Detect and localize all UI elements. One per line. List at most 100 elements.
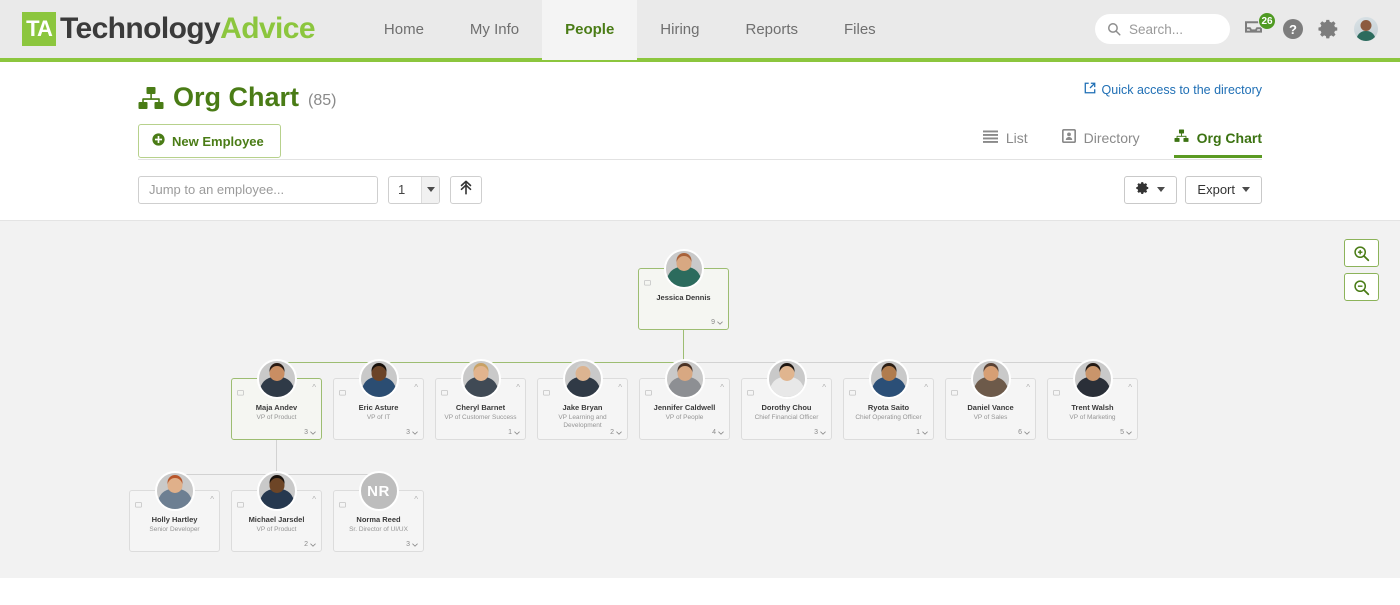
avatar	[460, 359, 501, 399]
direct-reports-count[interactable]: 4	[712, 429, 724, 436]
org-node-jake[interactable]: ^ Jake Bryan VP Learning and Development 2	[537, 359, 628, 440]
tab-directory[interactable]: Directory	[1061, 128, 1140, 158]
tab-org-chart[interactable]: Org Chart	[1173, 129, 1262, 158]
nav-right-controls: Search... 26 ?	[1095, 12, 1400, 44]
org-node-jennifer[interactable]: ^ Jennifer Caldwell VP of People 4	[639, 359, 730, 440]
collapse-chevron-icon[interactable]: ^	[312, 496, 316, 504]
note-icon[interactable]	[339, 384, 346, 402]
global-search[interactable]: Search...	[1095, 14, 1230, 44]
tab-directory-label: Directory	[1083, 129, 1140, 146]
brand-name: TechnologyAdvice	[60, 12, 316, 46]
collapse-chevron-icon[interactable]: ^	[1128, 384, 1132, 392]
collapse-chevron-icon[interactable]: ^	[924, 384, 928, 392]
direct-reports-count[interactable]: 1	[508, 429, 520, 436]
note-icon[interactable]	[441, 384, 448, 402]
note-icon[interactable]	[951, 384, 958, 402]
employee-name: Jake Bryan	[562, 403, 603, 412]
page-title: Org Chart	[173, 82, 300, 112]
org-node-daniel[interactable]: ^ Daniel Vance VP of Sales 6	[945, 359, 1036, 440]
direct-reports-count[interactable]: 2	[304, 541, 316, 548]
org-chart-canvas[interactable]: Jessica Dennis 9 ^ Maja Andev VP of Product…	[0, 221, 1400, 578]
note-icon[interactable]	[747, 384, 754, 402]
org-node-norma[interactable]: NR ^ Norma Reed Sr. Director of UI/UX 3	[333, 471, 424, 552]
avatar	[358, 359, 399, 399]
page-header: Quick access to the directory Org Chart …	[0, 62, 1400, 158]
org-chart-tab-icon	[1174, 129, 1189, 146]
jump-to-employee-input[interactable]	[138, 175, 378, 204]
employee-title: VP of Customer Success	[444, 414, 517, 421]
direct-reports-count[interactable]: 3	[814, 429, 826, 436]
collapse-chevron-icon[interactable]: ^	[822, 384, 826, 392]
org-node-michael[interactable]: ^ Michael Jarsdel VP of Product 2	[231, 471, 322, 552]
new-employee-label: New Employee	[172, 133, 264, 149]
chart-toolbar: 1 Export	[0, 159, 1400, 221]
employee-name: Dorothy Chou	[761, 403, 812, 412]
export-button[interactable]: Export	[1185, 175, 1262, 204]
zoom-in-icon[interactable]	[1344, 239, 1379, 267]
brand-logo[interactable]: TA TechnologyAdvice	[0, 0, 333, 60]
org-node-dorothy[interactable]: ^ Dorothy Chou Chief Financial Officer 3	[741, 359, 832, 440]
nav-item-files[interactable]: Files	[821, 0, 899, 60]
collapse-all-button[interactable]	[450, 175, 482, 204]
direct-reports-count[interactable]: 9	[711, 319, 723, 326]
note-icon[interactable]	[339, 496, 346, 514]
collapse-chevron-icon[interactable]: ^	[1026, 384, 1030, 392]
collapse-chevron-icon[interactable]: ^	[720, 384, 724, 392]
help-icon[interactable]: ?	[1282, 18, 1304, 40]
direct-reports-count[interactable]: 5	[1120, 429, 1132, 436]
new-employee-button[interactable]: New Employee	[138, 124, 281, 158]
note-icon[interactable]	[237, 496, 244, 514]
collapse-chevron-icon[interactable]: ^	[414, 496, 418, 504]
note-icon[interactable]	[543, 384, 550, 402]
employee-name: Daniel Vance	[967, 403, 1014, 412]
avatar	[663, 249, 704, 289]
direct-reports-count[interactable]: 3	[406, 429, 418, 436]
tab-list[interactable]: List	[982, 130, 1028, 158]
employee-title: Chief Financial Officer	[754, 414, 819, 421]
direct-reports-count[interactable]: 3	[406, 541, 418, 548]
chart-settings-button[interactable]	[1124, 175, 1178, 204]
nav-item-reports[interactable]: Reports	[722, 0, 821, 60]
direct-reports-count[interactable]: 3	[304, 429, 316, 436]
note-icon[interactable]	[1053, 384, 1060, 402]
inbox-icon[interactable]: 26	[1244, 12, 1276, 39]
collapse-chevron-icon[interactable]: ^	[516, 384, 520, 392]
org-node-holly[interactable]: ^ Holly Hartley Senior Developer	[129, 471, 220, 552]
zoom-out-icon[interactable]	[1344, 273, 1379, 301]
org-node-ryota[interactable]: ^ Ryota Saito Chief Operating Officer 1	[843, 359, 934, 440]
employee-title: VP of Sales	[973, 414, 1008, 421]
org-node-cheryl[interactable]: ^ Cheryl Barnet VP of Customer Success 1	[435, 359, 526, 440]
quick-access-directory-link[interactable]: Quick access to the directory	[1084, 82, 1262, 97]
note-icon[interactable]	[645, 384, 652, 402]
note-icon[interactable]	[135, 496, 142, 514]
list-icon	[982, 130, 998, 146]
org-node-root[interactable]: Jessica Dennis 9	[638, 249, 729, 330]
collapse-chevron-icon[interactable]: ^	[312, 384, 316, 392]
note-icon[interactable]	[849, 384, 856, 402]
chevron-down-icon	[1242, 187, 1250, 192]
level-select[interactable]: 1	[388, 175, 440, 204]
gear-icon[interactable]	[1318, 18, 1340, 40]
note-icon[interactable]	[237, 384, 244, 402]
org-node-maja[interactable]: ^ Maja Andev VP of Product 3	[231, 359, 322, 440]
employee-title: VP of People	[665, 414, 704, 421]
note-icon[interactable]	[644, 274, 651, 292]
nav-item-people[interactable]: People	[542, 0, 638, 60]
nav-item-hiring[interactable]: Hiring	[637, 0, 722, 60]
employee-title: VP Learning and Development	[558, 414, 607, 430]
nav-item-my-info[interactable]: My Info	[447, 0, 542, 60]
brand-name-first: Technology	[60, 12, 221, 45]
user-avatar[interactable]	[1354, 17, 1378, 41]
org-node-eric[interactable]: ^ Eric Asture VP of IT 3	[333, 359, 424, 440]
collapse-chevron-icon[interactable]: ^	[414, 384, 418, 392]
direct-reports-count[interactable]: 2	[610, 429, 622, 436]
direct-reports-count[interactable]: 6	[1018, 429, 1030, 436]
level-select-value: 1	[398, 182, 406, 197]
employee-title: Senior Developer	[149, 526, 200, 533]
collapse-chevron-icon[interactable]: ^	[618, 384, 622, 392]
employee-title: VP of Product	[256, 414, 297, 421]
org-node-trent[interactable]: ^ Trent Walsh VP of Marketing 5	[1047, 359, 1138, 440]
direct-reports-count[interactable]: 1	[916, 429, 928, 436]
collapse-chevron-icon[interactable]: ^	[210, 496, 214, 504]
nav-item-home[interactable]: Home	[361, 0, 447, 60]
